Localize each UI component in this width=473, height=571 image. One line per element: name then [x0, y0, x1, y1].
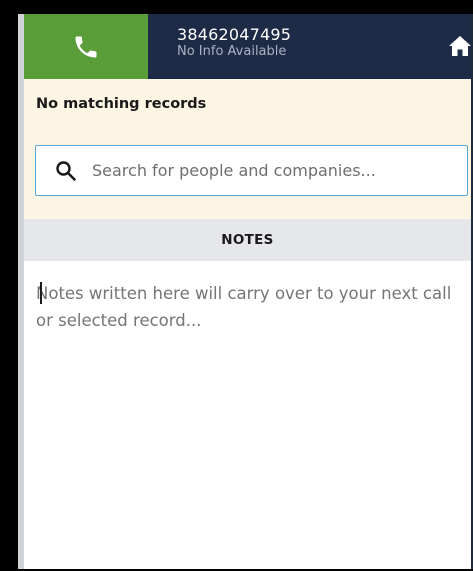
home-button[interactable] — [448, 35, 472, 57]
notes-section-header: NOTES — [24, 219, 471, 261]
search-box[interactable] — [35, 145, 468, 196]
notes-textarea[interactable] — [36, 280, 466, 361]
window-border-top — [0, 0, 473, 14]
search-input[interactable] — [92, 146, 462, 194]
notes-title: NOTES — [221, 232, 274, 248]
phone-app-panel: 38462047495 No Info Available No matchin… — [24, 14, 471, 569]
caller-info-block: 38462047495 No Info Available — [177, 26, 291, 60]
caller-number: 38462047495 — [177, 25, 292, 44]
home-icon — [449, 36, 471, 56]
search-icon — [56, 161, 76, 181]
caller-info-text: No Info Available — [177, 44, 287, 59]
no-match-banner: No matching records — [24, 79, 471, 230]
text-cursor — [40, 282, 42, 304]
window-border-left — [0, 0, 18, 571]
call-button[interactable] — [24, 14, 148, 79]
phone-icon — [75, 36, 97, 57]
window-frame: 38462047495 No Info Available No matchin… — [0, 0, 473, 571]
no-match-message: No matching records — [36, 96, 207, 112]
call-header: 38462047495 No Info Available — [24, 14, 471, 79]
